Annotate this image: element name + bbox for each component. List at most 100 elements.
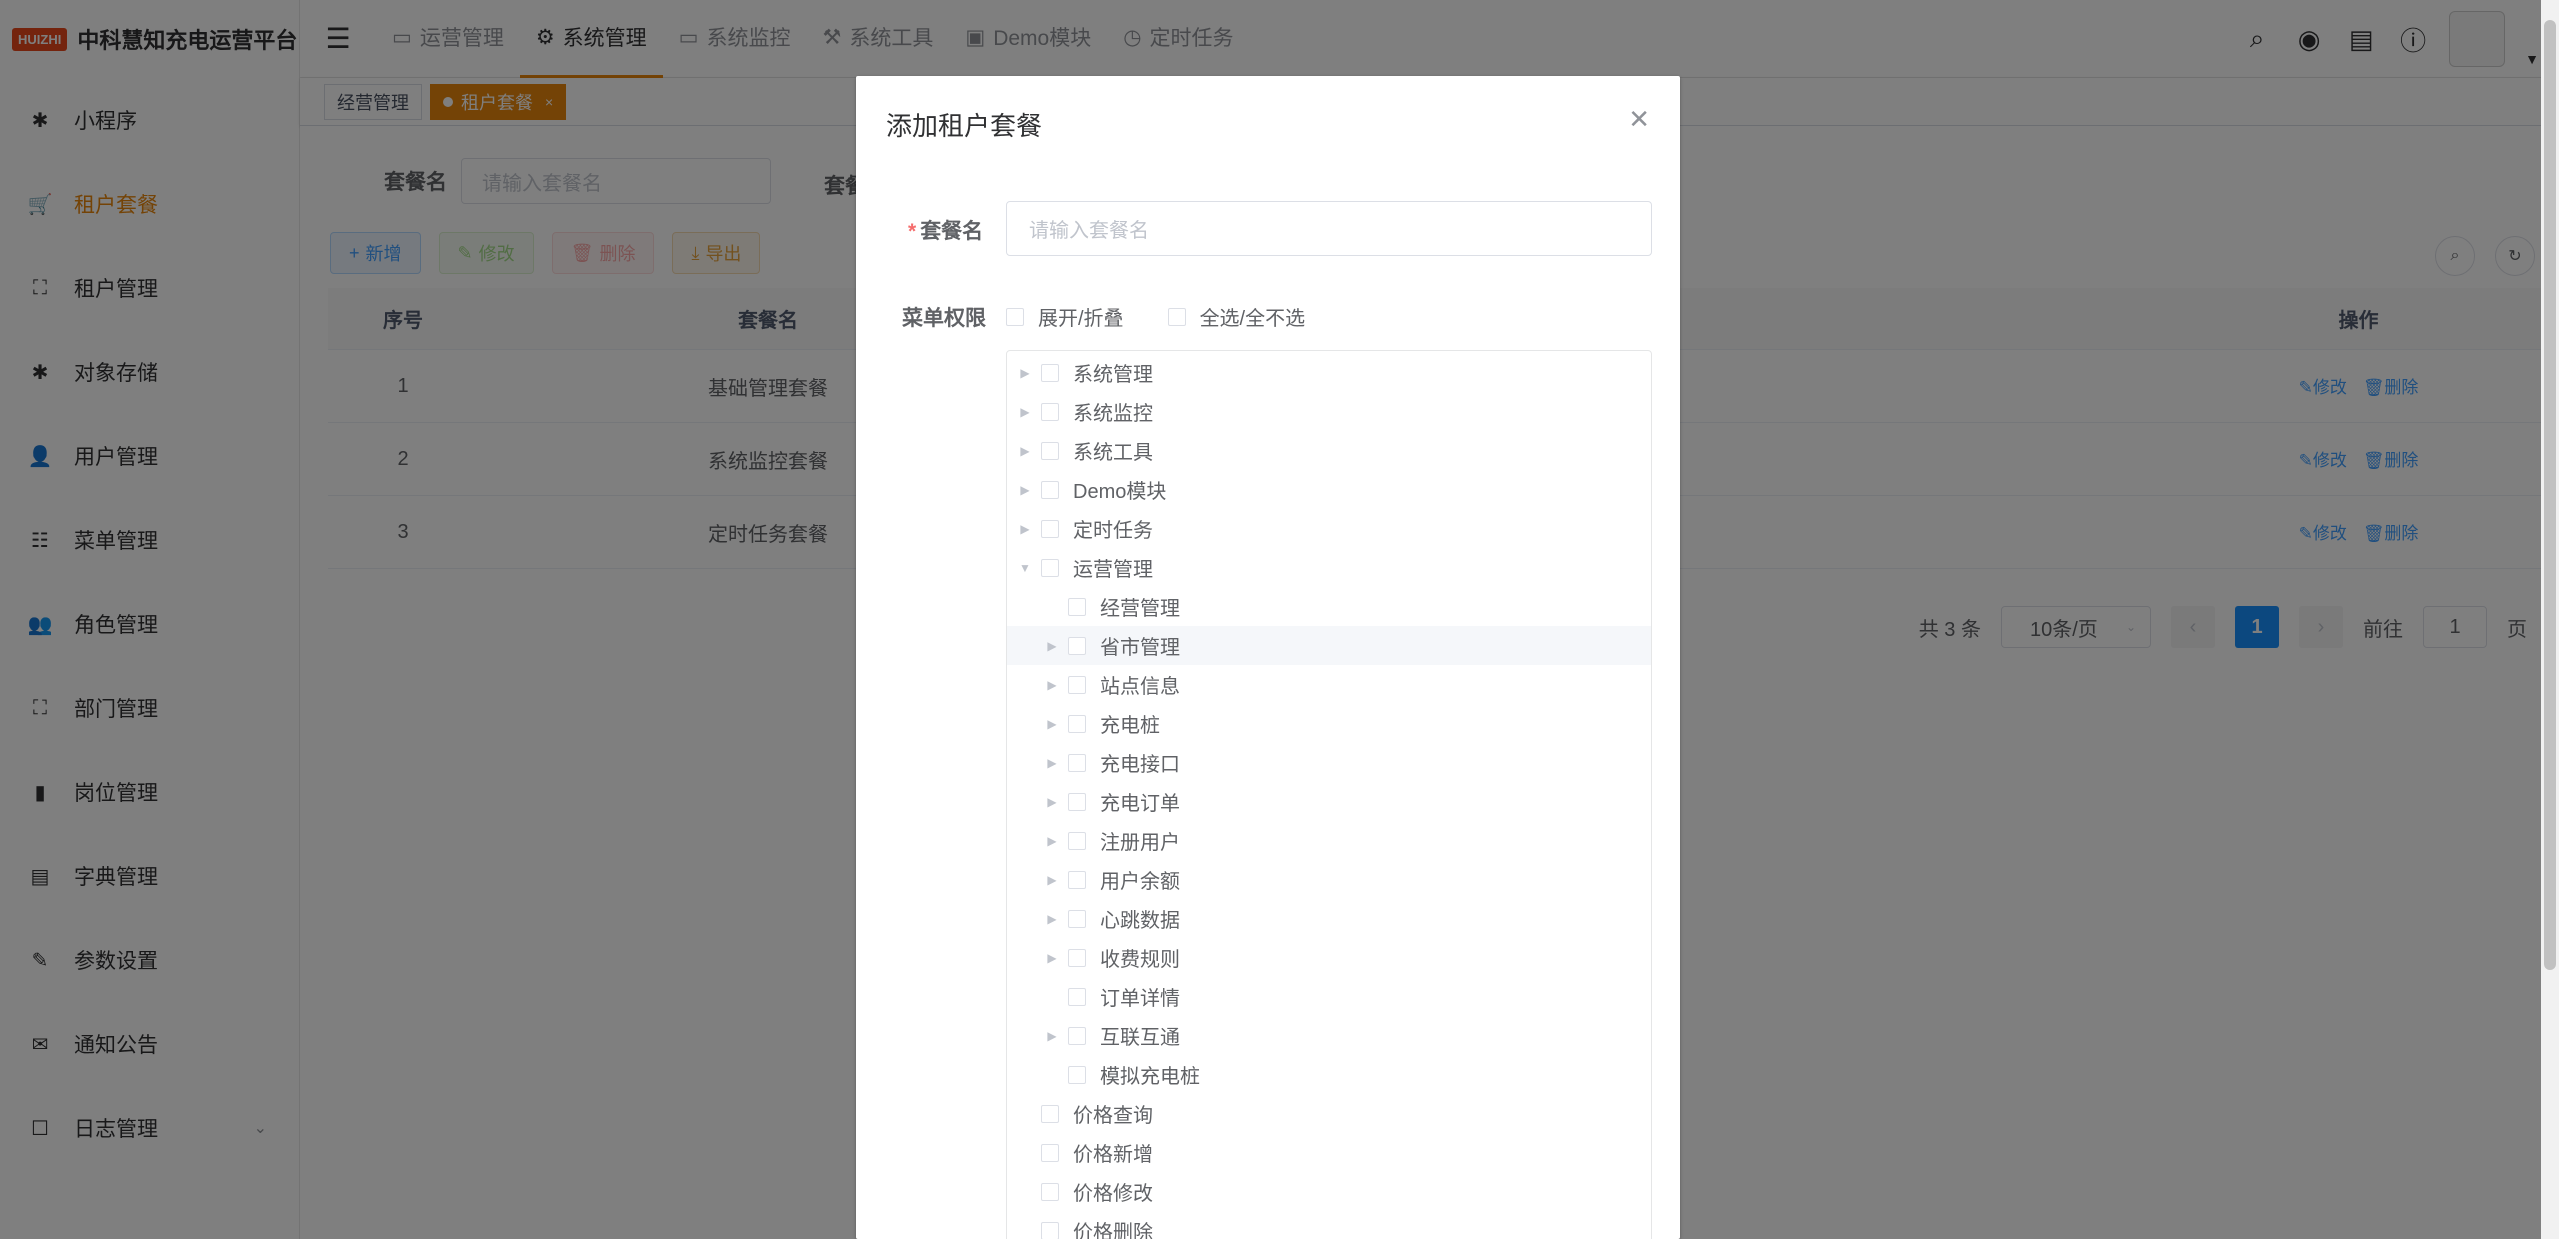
tree-node-label: 注册用户 bbox=[1100, 832, 1180, 854]
tree-node[interactable]: 价格修改 bbox=[1007, 1172, 1651, 1211]
caret-right-icon[interactable]: ▶ bbox=[1040, 873, 1064, 887]
tree-node[interactable]: ▼ 运营管理 bbox=[1007, 548, 1651, 587]
required-mark: * bbox=[908, 220, 917, 243]
select-all-checkbox[interactable]: 全选/全不选 bbox=[1167, 302, 1306, 331]
tree-checkbox[interactable] bbox=[1041, 402, 1059, 421]
tree-node[interactable]: ▶ 互联互通 bbox=[1007, 1016, 1651, 1055]
tree-checkbox[interactable] bbox=[1068, 948, 1086, 967]
tree-checkbox[interactable] bbox=[1041, 1221, 1059, 1239]
tree-checkbox[interactable] bbox=[1068, 1026, 1086, 1045]
caret-right-icon[interactable]: ▶ bbox=[1013, 366, 1037, 380]
tree-checkbox[interactable] bbox=[1068, 597, 1086, 616]
tree-node[interactable]: ▶ 省市管理 bbox=[1007, 626, 1651, 665]
tree-node[interactable]: ▶ 用户余额 bbox=[1007, 860, 1651, 899]
tree-node[interactable]: 经营管理 bbox=[1007, 587, 1651, 626]
tree-node[interactable]: ▶ 充电接口 bbox=[1007, 743, 1651, 782]
tree-checkbox[interactable] bbox=[1068, 714, 1086, 733]
tree-checkbox[interactable] bbox=[1041, 519, 1059, 538]
tree-node[interactable]: ▶ 站点信息 bbox=[1007, 665, 1651, 704]
checkbox[interactable] bbox=[1006, 307, 1024, 326]
tree-node[interactable]: ▶ 心跳数据 bbox=[1007, 899, 1651, 938]
tree-checkbox[interactable] bbox=[1041, 1104, 1059, 1123]
tree-checkbox[interactable] bbox=[1068, 909, 1086, 928]
tree-node-label: 价格新增 bbox=[1073, 1144, 1153, 1166]
tree-node-label: 收费规则 bbox=[1100, 949, 1180, 971]
tree-node-label: 互联互通 bbox=[1100, 1027, 1180, 1049]
tree-checkbox[interactable] bbox=[1068, 792, 1086, 811]
caret-right-icon[interactable]: ▶ bbox=[1040, 678, 1064, 692]
tree-node-label: 心跳数据 bbox=[1100, 910, 1180, 932]
tree-checkbox[interactable] bbox=[1068, 870, 1086, 889]
tree-node-label: 站点信息 bbox=[1100, 676, 1180, 698]
tree-node[interactable]: ▶ 收费规则 bbox=[1007, 938, 1651, 977]
tree-node[interactable]: ▶ 注册用户 bbox=[1007, 821, 1651, 860]
tree-node[interactable]: ▶ Demo模块 bbox=[1007, 470, 1651, 509]
tree-node[interactable]: 订单详情 bbox=[1007, 977, 1651, 1016]
tree-checkbox[interactable] bbox=[1041, 1182, 1059, 1201]
tree-node-label: 价格修改 bbox=[1073, 1183, 1153, 1205]
caret-right-icon[interactable]: ▶ bbox=[1040, 912, 1064, 926]
tree-node-label: 用户余额 bbox=[1100, 871, 1180, 893]
tree-node-label: 充电接口 bbox=[1100, 754, 1180, 776]
tree-node[interactable]: 模拟充电桩 bbox=[1007, 1055, 1651, 1094]
tree-node[interactable]: ▶ 系统工具 bbox=[1007, 431, 1651, 470]
caret-right-icon[interactable]: ▶ bbox=[1040, 951, 1064, 965]
caret-right-icon[interactable]: ▶ bbox=[1040, 834, 1064, 848]
tree-checkbox[interactable] bbox=[1041, 363, 1059, 382]
tree-checkbox[interactable] bbox=[1068, 1065, 1086, 1084]
menu-tree: ▶ 系统管理 ▶ 系统监控 ▶ 系统工具 ▶ Demo模块 ▶ 定时任务 ▼ 运营管理经营管理 ▶ 省市管… bbox=[1006, 350, 1652, 1239]
tree-node-label: 价格删除 bbox=[1073, 1222, 1153, 1239]
tree-node-label: 模拟充电桩 bbox=[1100, 1066, 1200, 1088]
tree-checkbox[interactable] bbox=[1068, 987, 1086, 1006]
tree-checkbox[interactable] bbox=[1068, 831, 1086, 850]
tree-node-label: 价格查询 bbox=[1073, 1105, 1153, 1127]
tree-node-label: 系统工具 bbox=[1073, 442, 1153, 464]
tree-node[interactable]: ▶ 定时任务 bbox=[1007, 509, 1651, 548]
tree-node-label: 经营管理 bbox=[1100, 598, 1180, 620]
tree-node[interactable]: ▶ 充电订单 bbox=[1007, 782, 1651, 821]
tree-node-label: 订单详情 bbox=[1100, 988, 1180, 1010]
caret-right-icon[interactable]: ▶ bbox=[1013, 483, 1037, 497]
close-icon[interactable]: ✕ bbox=[1628, 104, 1650, 135]
tree-checkbox[interactable] bbox=[1068, 636, 1086, 655]
tree-node[interactable]: ▶ 系统管理 bbox=[1007, 353, 1651, 392]
tree-checkbox[interactable] bbox=[1068, 675, 1086, 694]
tree-checkbox[interactable] bbox=[1041, 1143, 1059, 1162]
tree-node-label: 省市管理 bbox=[1100, 637, 1180, 659]
tree-node-label: 充电桩 bbox=[1100, 715, 1160, 737]
tree-node-label: Demo模块 bbox=[1073, 481, 1167, 503]
caret-right-icon[interactable]: ▶ bbox=[1040, 717, 1064, 731]
scroll-thumb[interactable] bbox=[2544, 20, 2556, 970]
tree-node[interactable]: ▶ 充电桩 bbox=[1007, 704, 1651, 743]
package-name-input[interactable]: 请输入套餐名 bbox=[1006, 201, 1652, 256]
caret-right-icon[interactable]: ▶ bbox=[1040, 795, 1064, 809]
add-package-dialog: 添加租户套餐 ✕ * 套餐名 请输入套餐名 菜单权限 展开/折叠 全选/全不选 ▶… bbox=[856, 76, 1680, 1239]
caret-down-icon[interactable]: ▼ bbox=[1013, 561, 1037, 575]
tree-node[interactable]: 价格查询 bbox=[1007, 1094, 1651, 1133]
tree-node[interactable]: ▶ 系统监控 bbox=[1007, 392, 1651, 431]
tree-node[interactable]: 价格新增 bbox=[1007, 1133, 1651, 1172]
caret-right-icon[interactable]: ▶ bbox=[1013, 405, 1037, 419]
tree-node-label: 系统监控 bbox=[1073, 403, 1153, 425]
tree-checkbox[interactable] bbox=[1041, 480, 1059, 499]
caret-right-icon[interactable]: ▶ bbox=[1040, 1029, 1064, 1043]
caret-right-icon[interactable]: ▶ bbox=[1013, 522, 1037, 536]
expand-label: 展开/折叠 bbox=[1038, 308, 1124, 330]
tree-checkbox[interactable] bbox=[1041, 558, 1059, 577]
tree-node-label: 定时任务 bbox=[1073, 520, 1153, 542]
checkbox[interactable] bbox=[1167, 307, 1186, 326]
tree-options: 展开/折叠 全选/全不选 bbox=[1006, 302, 1305, 331]
tree-node[interactable]: 价格删除 bbox=[1007, 1211, 1651, 1239]
tree-node-label: 系统管理 bbox=[1073, 364, 1153, 386]
page-scrollbar[interactable] bbox=[2541, 0, 2559, 1239]
caret-right-icon[interactable]: ▶ bbox=[1040, 756, 1064, 770]
tree-node-label: 充电订单 bbox=[1100, 793, 1180, 815]
expand-collapse-checkbox[interactable]: 展开/折叠 bbox=[1006, 302, 1124, 331]
tree-checkbox[interactable] bbox=[1041, 441, 1059, 460]
name-label: * 套餐名 bbox=[908, 215, 983, 245]
tree-checkbox[interactable] bbox=[1068, 753, 1086, 772]
menu-permission-label: 菜单权限 bbox=[902, 307, 986, 330]
select-all-label: 全选/全不选 bbox=[1199, 308, 1306, 330]
caret-right-icon[interactable]: ▶ bbox=[1013, 444, 1037, 458]
caret-right-icon[interactable]: ▶ bbox=[1040, 639, 1064, 653]
